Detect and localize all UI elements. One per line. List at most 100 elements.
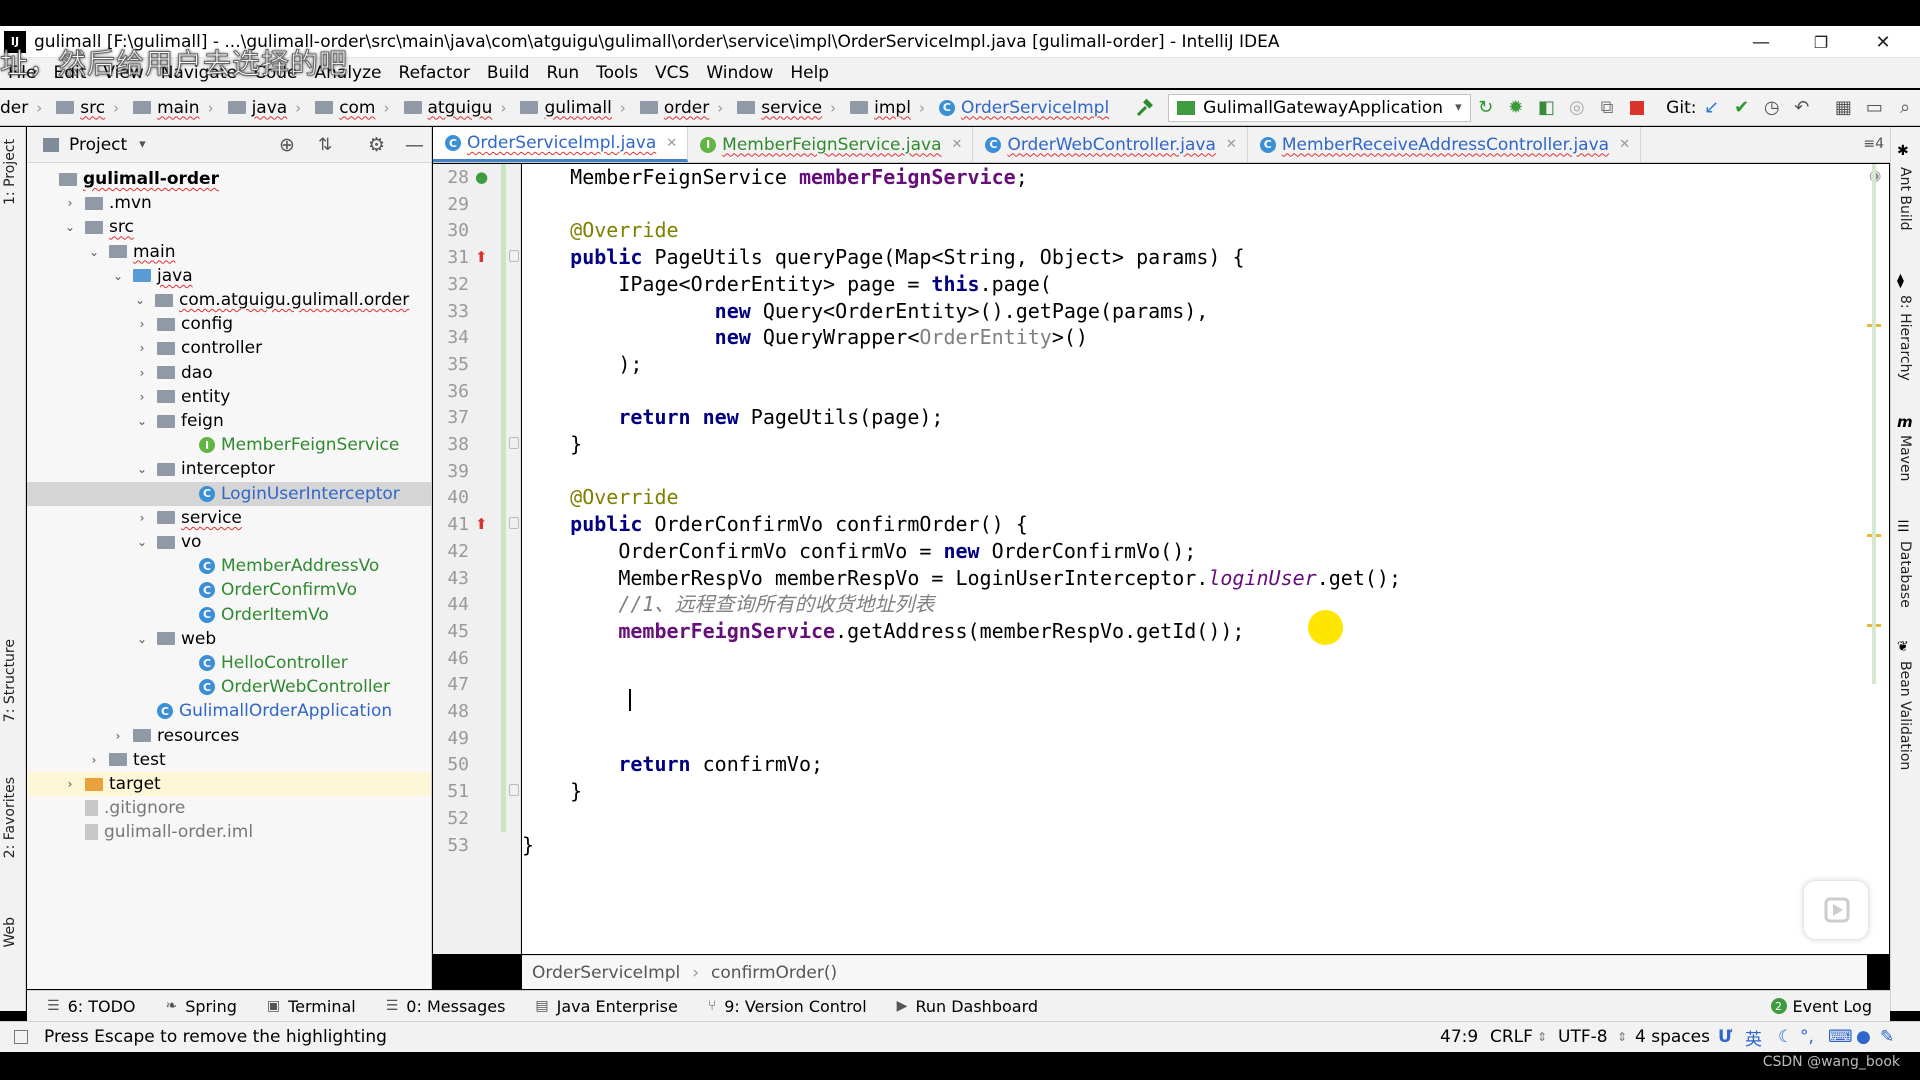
bottom-tab[interactable]: ▣ Terminal <box>267 997 356 1016</box>
menu-item-window[interactable]: Window <box>706 63 773 83</box>
close-tab-icon[interactable]: ✕ <box>666 136 677 151</box>
scrollbar-thumb[interactable] <box>1872 164 1876 684</box>
editor-tab[interactable]: C OrderServiceImpl.java ✕ <box>433 127 689 162</box>
tree-item[interactable]: ⌄ java <box>27 264 431 288</box>
nav-crumb[interactable]: impl › <box>842 98 925 118</box>
bottom-tab[interactable]: ▤ Java Enterprise <box>535 997 677 1016</box>
tree-item[interactable]: C OrderWebController <box>27 675 431 699</box>
nav-crumb[interactable]: gulimall › <box>512 98 626 118</box>
tree-item[interactable]: I MemberFeignService <box>27 433 431 457</box>
event-log-tab[interactable]: 2 Event Log <box>1770 997 1872 1016</box>
tool-tab-web[interactable]: Web <box>2 917 18 948</box>
editor-tab[interactable]: C MemberReceiveAddressController.java ✕ <box>1248 127 1641 162</box>
chevron-right-icon[interactable]: › <box>111 729 125 743</box>
bottom-tab[interactable]: ▶ Run Dashboard <box>897 997 1038 1016</box>
tree-item[interactable]: C LoginUserInterceptor <box>27 481 431 506</box>
menu-item-refactor[interactable]: Refactor <box>399 63 470 83</box>
nav-crumb[interactable]: der › <box>0 98 42 118</box>
tool-tab-ant-build[interactable]: Ant Build <box>1897 167 1913 231</box>
editor-tab[interactable]: C OrderWebController.java ✕ <box>973 127 1248 162</box>
close-button[interactable]: ✕ <box>1852 26 1914 58</box>
ime-keyboard-icon[interactable]: ⌨ <box>1828 1027 1853 1047</box>
fold-marker-icon[interactable] <box>509 784 519 797</box>
menu-item-run[interactable]: Run <box>547 63 580 83</box>
chevron-down-icon[interactable]: ⌄ <box>111 269 125 283</box>
breadcrumb-method[interactable]: confirmOrder() <box>711 963 837 983</box>
chevron-right-icon[interactable]: › <box>63 777 77 791</box>
override-marker-icon[interactable]: ⬆ <box>475 248 488 266</box>
chevron-right-icon[interactable]: › <box>87 753 101 767</box>
tree-item[interactable]: ⌄ src <box>27 215 431 239</box>
ime-u-icon[interactable]: Ư <box>1718 1027 1732 1047</box>
editor-tab[interactable]: I MemberFeignService.java ✕ <box>688 127 974 162</box>
attach-debugger-icon[interactable]: ⧉ <box>1599 97 1615 119</box>
editor-error-stripe[interactable]: ◉ <box>1867 164 1889 954</box>
bottom-tab[interactable]: ☰ 6: TODO <box>47 997 136 1016</box>
tree-item[interactable]: › config <box>27 312 431 336</box>
tree-item[interactable]: ⌄ main <box>27 240 431 264</box>
bottom-tab[interactable]: ❧ Spring <box>166 997 237 1016</box>
menu-item-build[interactable]: Build <box>487 63 530 83</box>
nav-crumb[interactable]: java › <box>220 98 301 118</box>
tree-item[interactable]: › controller <box>27 336 431 360</box>
chevron-down-icon[interactable]: ⌄ <box>135 632 149 646</box>
chevron-down-icon[interactable]: ⌄ <box>135 535 149 549</box>
tool-tab-project[interactable]: 1: Project <box>2 139 18 205</box>
tree-item[interactable]: ⌄ feign <box>27 409 431 433</box>
debug-bug-icon[interactable]: ✹ <box>1508 97 1524 119</box>
tree-item[interactable]: ⌄ web <box>27 627 431 651</box>
status-square-icon[interactable] <box>14 1030 28 1044</box>
tree-item[interactable]: › test <box>27 748 431 772</box>
tree-item[interactable]: .gitignore <box>27 796 431 820</box>
nav-crumb[interactable]: service › <box>729 98 836 118</box>
locate-file-icon[interactable]: ⊕ <box>279 134 295 156</box>
nav-crumb[interactable]: main › <box>125 98 214 118</box>
nav-crumb[interactable]: com › <box>307 98 390 118</box>
chevron-down-icon[interactable]: ⌄ <box>63 220 77 234</box>
chevron-down-icon[interactable]: ⌄ <box>135 414 149 428</box>
nav-crumb[interactable]: C OrderServiceImpl <box>931 98 1109 118</box>
ime-language[interactable]: 英 <box>1745 1025 1762 1050</box>
vcs-rollback-icon[interactable]: ↶ <box>1794 97 1810 119</box>
run-configuration-select[interactable]: GulimallGatewayApplication ▾ <box>1168 93 1471 122</box>
indent-setting[interactable]: 4 spaces <box>1635 1027 1710 1047</box>
ime-punct-icon[interactable]: °, <box>1800 1027 1814 1047</box>
chevron-right-icon[interactable]: › <box>135 390 149 404</box>
settings-gear-icon[interactable]: ⚙ <box>368 134 385 156</box>
nav-crumb[interactable]: order › <box>632 98 723 118</box>
fold-marker-icon[interactable] <box>509 250 519 263</box>
tool-tab-database[interactable]: Database <box>1897 541 1913 608</box>
video-play-button[interactable] <box>1803 880 1869 940</box>
bean-icon[interactable]: ● <box>475 168 488 186</box>
collapse-all-icon[interactable]: ⇅ <box>318 135 332 155</box>
menu-item-vcs[interactable]: VCS <box>655 63 689 83</box>
chevron-down-icon[interactable]: ⌄ <box>133 293 147 307</box>
close-tab-icon[interactable]: ✕ <box>952 137 963 152</box>
chevron-right-icon[interactable]: › <box>135 511 149 525</box>
close-tab-icon[interactable]: ✕ <box>1226 137 1237 152</box>
tool-tab-hierarchy[interactable]: 8: Hierarchy <box>1897 295 1913 381</box>
tree-item[interactable]: › dao <box>27 361 431 385</box>
breadcrumb-class[interactable]: OrderServiceImpl <box>532 963 680 983</box>
chevron-right-icon[interactable]: › <box>135 317 149 331</box>
tree-item[interactable]: › entity <box>27 385 431 409</box>
profile-icon[interactable]: ◎ <box>1569 97 1585 119</box>
rerun-icon[interactable]: ↻ <box>1478 97 1494 119</box>
run-with-coverage-icon[interactable]: ◧ <box>1538 97 1555 119</box>
vcs-commit-icon[interactable]: ✔ <box>1734 97 1750 119</box>
ime-user-icon[interactable]: ● <box>1856 1027 1871 1047</box>
ime-tool-icon[interactable]: ✎ <box>1880 1027 1894 1047</box>
tree-item[interactable]: gulimall-order.iml <box>27 820 431 844</box>
stop-icon[interactable] <box>1629 97 1645 119</box>
presentation-mode-icon[interactable]: ▭ <box>1866 97 1883 119</box>
fold-marker-icon[interactable] <box>509 517 519 530</box>
tool-tab-bean-validation[interactable]: Bean Validation <box>1897 661 1913 770</box>
hide-panel-icon[interactable]: — <box>405 134 424 156</box>
tree-item[interactable]: C OrderItemVo <box>27 603 431 627</box>
vcs-update-icon[interactable]: ↙ <box>1703 97 1719 119</box>
tree-item[interactable]: ⌄ vo <box>27 530 431 554</box>
tree-item[interactable]: gulimall-order <box>27 167 431 191</box>
tree-item[interactable]: ⌄ com.atguigu.gulimall.order <box>27 288 431 312</box>
tree-item[interactable]: › target <box>27 772 431 796</box>
project-structure-icon[interactable]: ▦ <box>1835 97 1852 119</box>
